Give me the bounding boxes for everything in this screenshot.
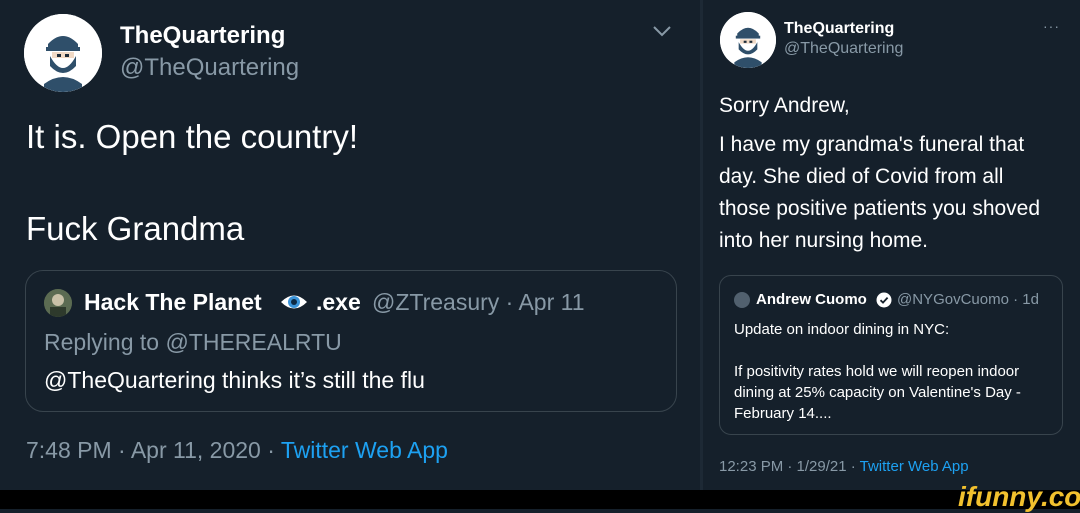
more-icon[interactable]: ··· — [1043, 18, 1060, 34]
quoted-tweet[interactable]: Andrew Cuomo @NYGovCuomo · 1d Update on … — [719, 275, 1063, 435]
quoted-handle-date: @NYGovCuomo · 1d — [897, 291, 1039, 308]
eye-icon — [281, 295, 307, 309]
avatar[interactable] — [720, 12, 776, 68]
left-tweet-panel: TheQuartering @TheQuartering It is. Open… — [0, 0, 700, 490]
replying-to: Replying to @THEREALRTU — [44, 329, 342, 355]
tweet-text-line: Sorry Andrew, — [719, 94, 850, 117]
quoted-text: Update on indoor dining in NYC: — [734, 321, 950, 338]
quoted-tweet[interactable]: Hack The Planet .exe @ZTreasury · Apr 11… — [25, 270, 677, 412]
avatar[interactable] — [24, 14, 102, 92]
display-name[interactable]: TheQuartering — [784, 20, 894, 38]
username-handle[interactable]: @TheQuartering — [784, 40, 903, 58]
tweet-timestamp: 12:23 PM · 1/29/21 · Twitter Web App — [719, 458, 969, 475]
tweet-text-line: It is. Open the country! — [26, 118, 358, 155]
source-link[interactable]: Twitter Web App — [860, 458, 969, 475]
watermark-logo: ifunny.co — [958, 481, 1080, 512]
quoted-avatar — [734, 292, 750, 308]
display-name[interactable]: TheQuartering — [120, 22, 285, 50]
quoted-display-name: Andrew Cuomo — [756, 291, 867, 308]
username-handle[interactable]: @TheQuartering — [120, 54, 299, 82]
timestamp-text: 12:23 PM · 1/29/21 · — [719, 458, 860, 475]
tweet-text-line: Fuck Grandma — [26, 210, 245, 247]
timestamp-text: 7:48 PM · Apr 11, 2020 · — [26, 437, 281, 463]
tweet-text-paragraph: I have my grandma's funeral that day. Sh… — [719, 133, 1041, 252]
quoted-display-name-suffix: .exe — [316, 289, 361, 315]
chevron-down-icon[interactable] — [652, 24, 672, 38]
quoted-text: If positivity rates hold we will reopen … — [734, 363, 1021, 422]
quoted-avatar — [44, 289, 72, 317]
bottom-bar — [0, 490, 1080, 509]
source-link[interactable]: Twitter Web App — [281, 437, 448, 463]
quoted-display-name: Hack The Planet — [84, 289, 262, 315]
quoted-text: @TheQuartering thinks it’s still the flu — [44, 367, 425, 393]
verified-icon — [876, 292, 892, 308]
quoted-handle-date: @ZTreasury · Apr 11 — [372, 289, 585, 315]
right-tweet-panel: TheQuartering @TheQuartering ··· Sorry A… — [703, 0, 1080, 490]
tweet-timestamp: 7:48 PM · Apr 11, 2020 · Twitter Web App — [26, 437, 448, 464]
